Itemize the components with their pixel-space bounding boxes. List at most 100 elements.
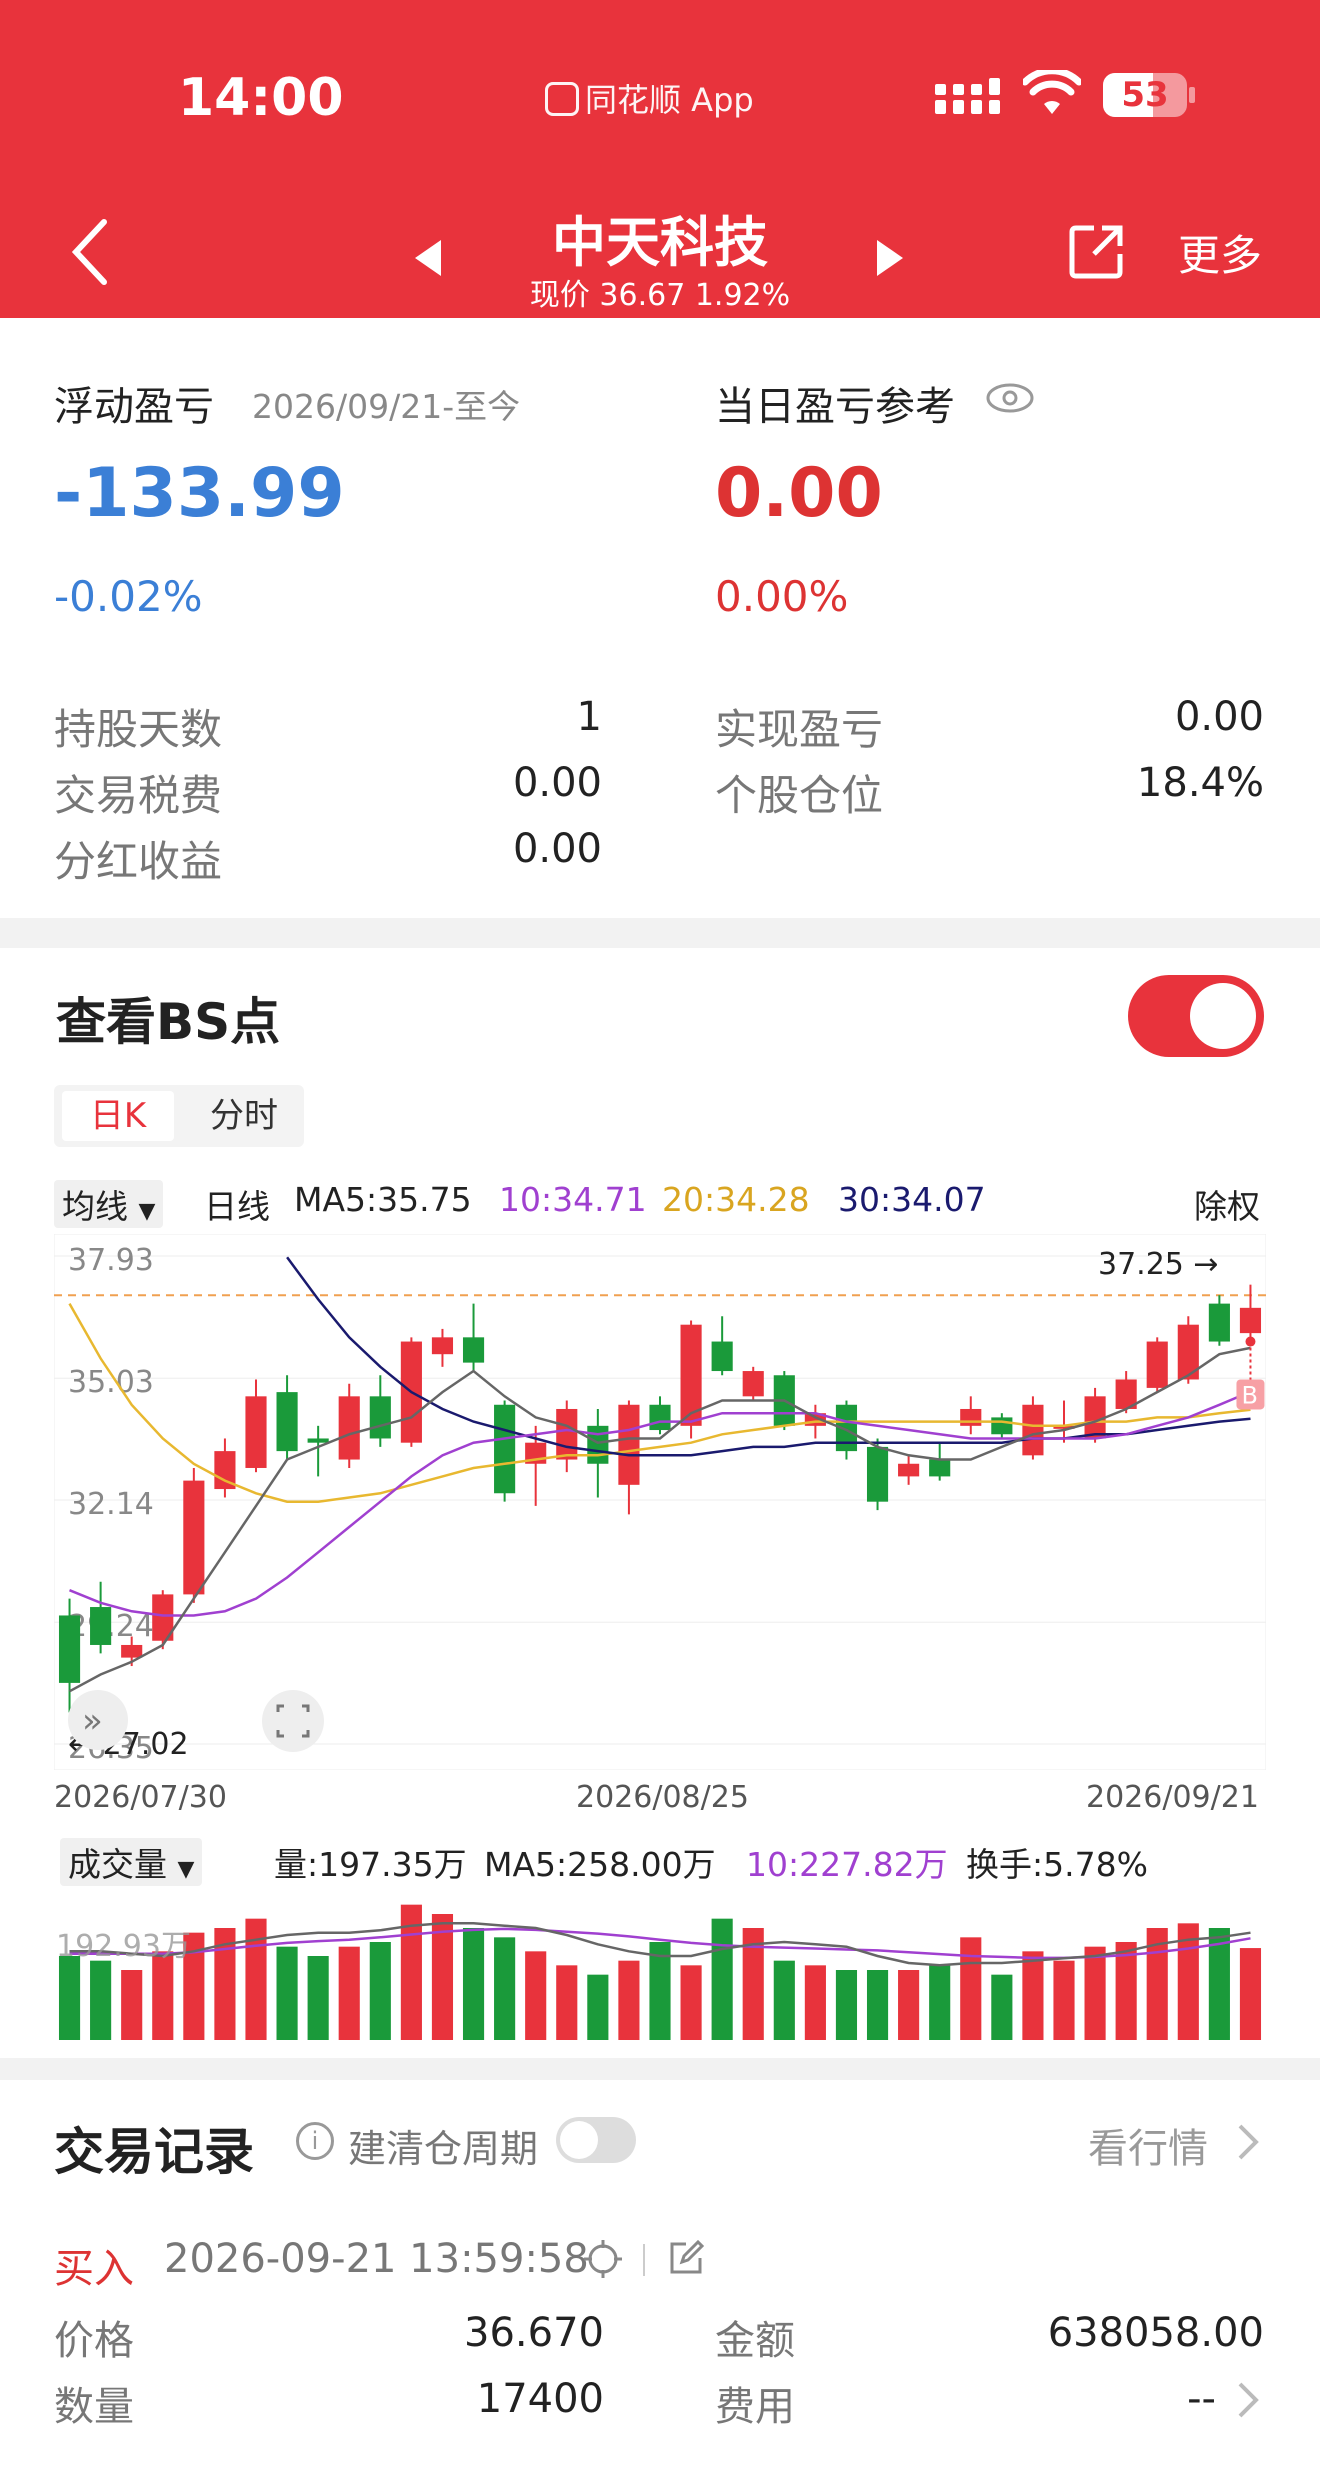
qty-label: 数量: [54, 2384, 134, 2430]
battery-icon: 53: [1103, 73, 1195, 117]
more-button[interactable]: 更多: [1178, 222, 1262, 283]
cycle-toggle-knob: [560, 2121, 598, 2159]
amount-label: 金额: [715, 2318, 795, 2364]
volume-bar: [835, 1970, 858, 2040]
candle-body: [245, 1396, 267, 1468]
candle-body: [431, 1337, 454, 1355]
volume-value: 量:197.35万: [274, 1845, 467, 1884]
info-icon[interactable]: i: [296, 2122, 334, 2160]
realized-pnl-value: 0.00: [1174, 694, 1264, 740]
candle-body: [121, 1644, 143, 1658]
pnl-card: 浮动盈亏 2026/09/21-至今 -133.99 -0.02% 当日盈亏参考…: [0, 318, 1320, 918]
chevron-right-icon[interactable]: [1236, 2122, 1260, 2162]
volume-ma5: MA5:258.00万: [484, 1845, 716, 1884]
candle-body: [307, 1438, 329, 1443]
candle-body: [1208, 1303, 1230, 1342]
amount-value: 638058.00: [1047, 2310, 1264, 2356]
volume-bar: [929, 1965, 951, 2040]
wifi-icon: [1021, 67, 1083, 118]
divider: [643, 2244, 645, 2276]
position-ratio-label: 个股仓位: [715, 771, 884, 820]
hold-days-value: 1: [576, 694, 602, 740]
y-tick-label: 35.03: [68, 1365, 154, 1400]
tax-fee-value: 0.00: [512, 760, 602, 806]
cycle-toggle[interactable]: [556, 2117, 636, 2163]
fee-label: 费用: [715, 2384, 795, 2430]
high-price-label: 37.25 →: [1098, 1247, 1219, 1282]
volume-bar: [866, 1970, 889, 2040]
hold-days-label: 持股天数: [54, 705, 223, 754]
y-tick-label: 37.93: [68, 1243, 154, 1278]
dividend-label: 分红收益: [54, 837, 223, 886]
ma5-value: MA5:35.75: [294, 1180, 472, 1219]
tab-intraday[interactable]: 分时: [194, 1091, 294, 1141]
price-label: 价格: [54, 2318, 134, 2364]
share-icon[interactable]: [1068, 222, 1126, 280]
volume-bar: [307, 1956, 329, 2040]
volume-bar: [369, 1942, 391, 2040]
candle-body: [898, 1463, 920, 1477]
candle-body: [991, 1417, 1013, 1435]
volume-bar: [804, 1965, 826, 2040]
volume-bar: [494, 1937, 516, 2040]
candle-body: [494, 1404, 516, 1494]
chevron-down-icon: ▼: [138, 1199, 156, 1224]
chart-tabs: 日K 分时: [54, 1085, 304, 1147]
chevron-right-icon[interactable]: [1236, 2380, 1260, 2420]
volume-bar: [898, 1970, 920, 2040]
volume-bar: [58, 1956, 81, 2040]
float-pnl-date: 2026/09/21-至今: [252, 387, 521, 426]
candle-body: [369, 1396, 391, 1439]
view-market-link[interactable]: 看行情: [1088, 2116, 1208, 2174]
volume-dropdown[interactable]: 成交量 ▼: [60, 1838, 203, 1886]
edit-icon[interactable]: [666, 2238, 706, 2278]
volume-ma10: 10:227.82万: [746, 1845, 948, 1884]
bs-toggle-knob: [1190, 983, 1256, 1049]
trade-side: 买入: [54, 2246, 134, 2292]
volume-bar: [276, 1946, 298, 2040]
adjust-button[interactable]: 除权: [1194, 1180, 1260, 1228]
turnover: 换手:5.78%: [966, 1845, 1148, 1884]
volume-bar: [556, 1965, 578, 2040]
fullscreen-icon: [262, 1690, 324, 1752]
candle-body: [929, 1459, 951, 1477]
eye-icon[interactable]: [985, 380, 1035, 416]
signal-icon: [935, 78, 1003, 116]
ma-dropdown[interactable]: 均线 ▼: [54, 1180, 164, 1228]
volume-bar: [1239, 1948, 1262, 2040]
battery-level: 53: [1121, 75, 1169, 115]
fee-value: --: [1187, 2376, 1216, 2422]
candle-body: [960, 1408, 982, 1426]
candle-body: [556, 1408, 578, 1460]
ma-period: 日线: [204, 1187, 270, 1226]
status-time: 14:00: [178, 68, 344, 128]
chart-frame: [54, 1234, 1266, 1770]
bs-toggle[interactable]: [1128, 975, 1264, 1057]
next-stock-icon[interactable]: [877, 240, 903, 276]
y-tick-label: 32.14: [68, 1487, 154, 1522]
candlestick-chart[interactable]: 37.9335.0332.1429.2426.3537.25 →← 27.02B…: [54, 1234, 1266, 1770]
volume-legend: 成交量 ▼ 量:197.35万 MA5:258.00万 10:227.82万 换…: [54, 1830, 1266, 1886]
dividend-value: 0.00: [512, 826, 602, 872]
day-pnl-value: 0.00: [715, 454, 883, 533]
app-logo-icon: [545, 82, 579, 116]
float-pnl-value: -133.99: [54, 454, 345, 533]
volume-tick-label: 192.93万: [56, 1929, 191, 1964]
x-label-mid: 2026/08/25: [576, 1780, 749, 1815]
qty-value: 17400: [476, 2376, 604, 2422]
buy-marker-dot: [1245, 1336, 1256, 1347]
volume-bar: [338, 1946, 360, 2040]
volume-bar: [680, 1965, 702, 2040]
cycle-label: 建清仓周期: [348, 2127, 539, 2171]
candle-body: [711, 1341, 733, 1372]
float-pnl-pct: -0.02%: [54, 572, 203, 621]
tab-day-k[interactable]: 日K: [62, 1091, 174, 1141]
volume-bar: [991, 1974, 1013, 2040]
volume-bar: [1084, 1946, 1106, 2040]
candle-body: [1022, 1404, 1044, 1456]
locate-icon[interactable]: [582, 2238, 624, 2280]
realized-pnl-label: 实现盈亏: [715, 705, 884, 754]
volume-bar: [587, 1974, 609, 2040]
chevron-down-icon: ▼: [177, 1857, 195, 1882]
candle-body: [338, 1396, 360, 1460]
